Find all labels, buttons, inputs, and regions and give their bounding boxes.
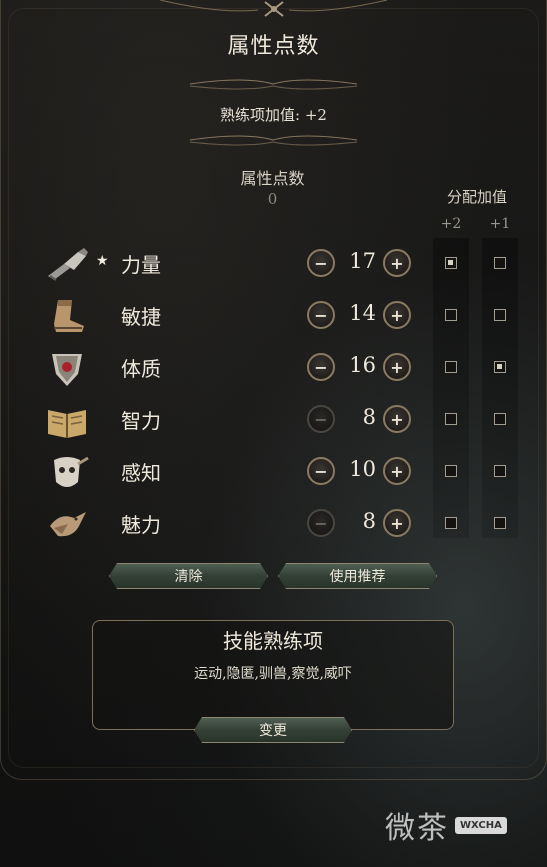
ability-value: 16	[349, 353, 376, 377]
increase-button[interactable]: +	[383, 301, 411, 329]
increase-button[interactable]: +	[383, 405, 411, 433]
use-recommended-button[interactable]: 使用推荐	[278, 563, 437, 589]
bonus-plus2-checkbox[interactable]	[445, 361, 457, 373]
ability-name: 敏捷	[121, 305, 161, 329]
increase-button[interactable]: +	[383, 509, 411, 537]
increase-button[interactable]: +	[383, 249, 411, 277]
decrease-button[interactable]: −	[307, 301, 335, 329]
watermark-badge: WXCHA	[455, 816, 507, 834]
primary-star-icon: ★	[96, 253, 109, 269]
bonus-plus1-checkbox[interactable]	[494, 413, 506, 425]
bird-icon	[50, 512, 86, 537]
increase-button[interactable]: +	[383, 457, 411, 485]
ability-row-dexterity: 敏捷 − 14 +	[0, 292, 547, 340]
top-ornament	[159, 0, 388, 17]
ability-value: 8	[362, 509, 376, 533]
ability-value: 14	[349, 301, 376, 325]
ability-row-charisma: 魅力 − 8 +	[0, 500, 547, 548]
ability-name: 力量	[121, 253, 161, 277]
decrease-button[interactable]: −	[307, 249, 335, 277]
page-title: 属性点数	[227, 34, 320, 59]
ability-name: 智力	[121, 409, 161, 433]
gauntlet-icon	[48, 248, 88, 281]
ability-value: 10	[349, 457, 376, 481]
clear-button[interactable]: 清除	[109, 563, 268, 589]
points-label: 属性点数	[240, 169, 305, 188]
bonus-plus2-checkbox[interactable]	[445, 465, 457, 477]
watermark-text: 微茶	[385, 811, 449, 846]
change-button[interactable]: 变更	[194, 717, 352, 743]
watermark: 微茶 WXCHA	[385, 800, 535, 850]
skill-proficiencies-title: 技能熟练项	[223, 629, 323, 653]
mask-icon	[54, 456, 89, 487]
decrease-button[interactable]: −	[307, 353, 335, 381]
ability-name: 体质	[121, 357, 161, 381]
bonus-plus1-checkbox[interactable]	[494, 517, 506, 529]
ability-value: 8	[362, 405, 376, 429]
ability-row-wisdom: 感知 − 10 +	[0, 448, 547, 496]
ability-name: 感知	[121, 461, 161, 485]
bonus-plus2-checkbox[interactable]	[445, 517, 457, 529]
book-icon	[48, 410, 86, 438]
skill-proficiencies-panel: 技能熟练项 运动,隐匿,驯兽,察觉,威吓	[92, 620, 454, 730]
bonus-column-plus1: +1	[489, 216, 511, 232]
decrease-button[interactable]: −	[307, 405, 335, 433]
title-divider	[189, 79, 358, 90]
ability-row-strength: ★ 力量 − 17 +	[0, 240, 547, 288]
ability-row-intelligence: 智力 − 8 +	[0, 396, 547, 444]
proficiency-bonus: 熟练项加值: +2	[220, 106, 327, 124]
bonus-plus2-checkbox[interactable]	[445, 309, 457, 321]
decrease-button[interactable]: −	[307, 457, 335, 485]
skill-proficiencies-list: 运动,隐匿,驯兽,察觉,威吓	[194, 666, 352, 682]
proficiency-divider	[189, 135, 358, 146]
decrease-button[interactable]: −	[307, 509, 335, 537]
increase-button[interactable]: +	[383, 353, 411, 381]
ability-name: 魅力	[121, 513, 161, 537]
boot-icon	[54, 300, 84, 332]
bonus-column-plus2: +2	[440, 216, 462, 232]
bonus-plus1-checkbox[interactable]	[494, 465, 506, 477]
shield-heart-icon	[52, 354, 82, 386]
ability-row-constitution: 体质 − 16 +	[0, 344, 547, 392]
bonus-label: 分配加值	[446, 188, 507, 206]
bonus-plus1-checkbox[interactable]	[494, 361, 506, 373]
bonus-plus2-checkbox[interactable]	[445, 257, 457, 269]
bonus-plus1-checkbox[interactable]	[494, 309, 506, 321]
bonus-plus2-checkbox[interactable]	[445, 413, 457, 425]
ability-value: 17	[349, 249, 376, 273]
bonus-plus1-checkbox[interactable]	[494, 257, 506, 269]
points-value: 0	[267, 190, 278, 208]
